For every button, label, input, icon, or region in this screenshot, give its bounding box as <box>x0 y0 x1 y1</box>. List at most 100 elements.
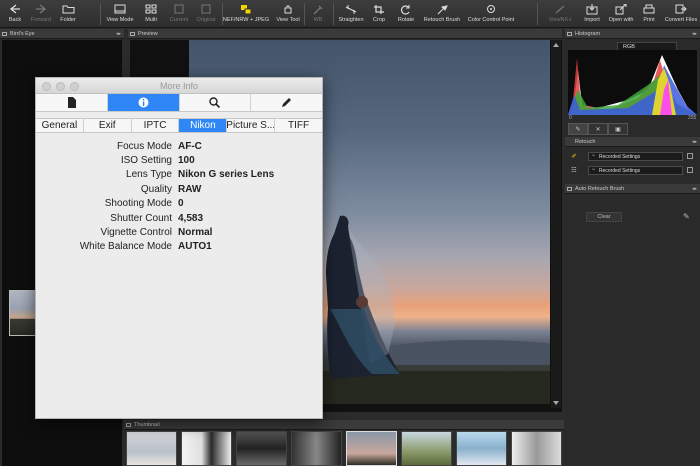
info-value: AF-C <box>178 140 202 152</box>
thumbnail-item[interactable] <box>126 431 177 466</box>
retouch-checkbox-2[interactable] <box>687 167 693 173</box>
color-control-point-button[interactable]: Color Control Point <box>464 2 518 27</box>
import-icon <box>586 2 598 16</box>
rotate-button[interactable]: Rotate <box>394 2 418 27</box>
edit-mode-button[interactable] <box>251 94 322 111</box>
multi-button[interactable]: Multi <box>140 2 162 27</box>
crop-button[interactable]: Crop <box>370 2 388 27</box>
thumbnail-item[interactable] <box>236 431 287 466</box>
minimize-window-icon[interactable] <box>56 82 65 91</box>
panel-menu-icon[interactable]: ◂▸ <box>116 29 121 39</box>
convert-files-label: Convert Files <box>664 17 698 23</box>
nef-jpeg-label: NEF/NRW + JPEG <box>222 17 270 23</box>
tools-tab[interactable]: ✕ <box>588 123 608 135</box>
wb-eyedropper-icon <box>312 2 324 16</box>
panel-icon <box>126 423 131 427</box>
straighten-icon <box>345 2 357 16</box>
close-window-icon[interactable] <box>42 82 51 91</box>
brush-tool-icon[interactable]: ✎ <box>683 212 690 221</box>
scroll-down-icon[interactable] <box>553 401 559 405</box>
panel-menu-icon[interactable]: ◂▸ <box>692 184 697 194</box>
clear-button[interactable]: Clear <box>586 212 622 222</box>
tab-picture-style[interactable]: Picture S... <box>227 119 276 132</box>
thumbnail-strip <box>126 431 562 466</box>
retouch-header: Retouch ◂▸ <box>565 137 700 147</box>
edit-tab[interactable]: ✎ <box>568 123 588 135</box>
info-key: Lens Type <box>126 169 172 181</box>
thumbnail-item[interactable] <box>291 431 342 466</box>
search-mode-button[interactable] <box>180 94 252 111</box>
preview-vertical-scrollbar[interactable] <box>551 40 561 408</box>
wb-button[interactable]: WB <box>310 2 326 27</box>
straighten-button[interactable]: Straighten <box>336 2 366 27</box>
retouch-brush-icon <box>436 2 448 16</box>
birds-eye-title: Bird's Eye <box>10 31 35 37</box>
current-icon <box>173 2 185 16</box>
view-tool-label: View Tool <box>276 17 300 23</box>
convert-files-button[interactable]: Convert Files <box>663 2 699 27</box>
thumbnail-item[interactable] <box>401 431 452 466</box>
print-label: Print <box>643 17 655 23</box>
nikon-info-list: Focus Mode AF-C ISO Setting 100 Lens Type N… <box>36 139 322 254</box>
info-value: AUTO1 <box>178 241 212 253</box>
retouch-brush-label: Retouch Brush <box>423 17 461 23</box>
info-tab[interactable]: ▣ <box>608 123 628 135</box>
view-mode-button[interactable]: View Mode <box>104 2 136 27</box>
nef-jpeg-button[interactable]: NEF/NRW + JPEG <box>222 2 270 27</box>
print-button[interactable]: Print <box>640 2 658 27</box>
tab-tiff[interactable]: TIFF <box>275 119 322 132</box>
dialog-title-bar: More Info <box>36 78 322 94</box>
recorded-settings-select-2[interactable]: Recorded Settings <box>588 165 683 175</box>
thumbnail-item[interactable] <box>511 431 562 466</box>
birds-eye-header: Bird's Eye ◂▸ <box>0 29 124 39</box>
folder-button[interactable]: Folder <box>57 2 79 27</box>
dialog-tabs: General Exif IPTC Nikon Picture S... TIF… <box>36 118 322 133</box>
folder-label: Folder <box>60 17 76 23</box>
scroll-up-icon[interactable] <box>553 43 559 47</box>
brush-panel-icon <box>567 187 572 191</box>
search-icon <box>209 97 221 108</box>
open-with-icon <box>615 2 627 16</box>
tab-iptc[interactable]: IPTC <box>132 119 180 132</box>
thumbnail-item[interactable] <box>346 431 397 466</box>
zoom-window-icon[interactable] <box>70 82 79 91</box>
thumbnail-item[interactable] <box>456 431 507 466</box>
convert-files-icon <box>675 2 687 16</box>
info-box-icon: ▣ <box>615 126 621 133</box>
view-tool-button[interactable]: View Tool <box>274 2 302 27</box>
original-button[interactable]: Original <box>193 2 219 27</box>
crop-label: Crop <box>373 17 385 23</box>
thumbnail-item[interactable] <box>181 431 232 466</box>
tab-general[interactable]: General <box>36 119 84 132</box>
tab-nikon[interactable]: Nikon <box>179 119 228 132</box>
back-button[interactable]: Back <box>4 2 26 27</box>
toolbar-separator <box>333 3 334 25</box>
retouch-checkbox-1[interactable] <box>687 153 693 159</box>
crop-icon <box>373 2 385 16</box>
recorded-settings-select-1[interactable]: Recorded Settings <box>588 151 683 161</box>
info-key: Quality <box>140 183 172 195</box>
import-label: Import <box>584 17 600 23</box>
toolbar-separator <box>537 3 538 25</box>
open-with-button[interactable]: Open with <box>606 2 636 27</box>
info-row: Shutter Count 4,583 <box>36 211 322 225</box>
retouch-brush-button[interactable]: Retouch Brush <box>421 2 463 27</box>
info-row: Quality RAW <box>36 182 322 196</box>
histogram-plot <box>568 55 697 115</box>
viewnx-button[interactable]: ViewNX-i <box>546 2 574 27</box>
info-row: Focus Mode AF-C <box>36 139 322 153</box>
info-key: White Balance Mode <box>79 241 172 253</box>
panel-menu-icon[interactable]: ◂▸ <box>692 29 697 39</box>
current-button[interactable]: Current <box>166 2 192 27</box>
info-row: ISO Setting 100 <box>36 153 322 167</box>
info-row: Vignette Control Normal <box>36 225 322 239</box>
main-toolbar: Back Forward Folder View Mode Multi Curr… <box>0 0 700 28</box>
multi-icon <box>145 2 157 16</box>
info-mode-button[interactable] <box>107 94 180 111</box>
info-key: Focus Mode <box>116 140 172 152</box>
import-button[interactable]: Import <box>581 2 603 27</box>
panel-menu-icon[interactable]: ◂▸ <box>692 137 697 147</box>
document-mode-button[interactable] <box>36 94 108 111</box>
forward-button[interactable]: Forward <box>27 2 55 27</box>
tab-exif[interactable]: Exif <box>84 119 132 132</box>
